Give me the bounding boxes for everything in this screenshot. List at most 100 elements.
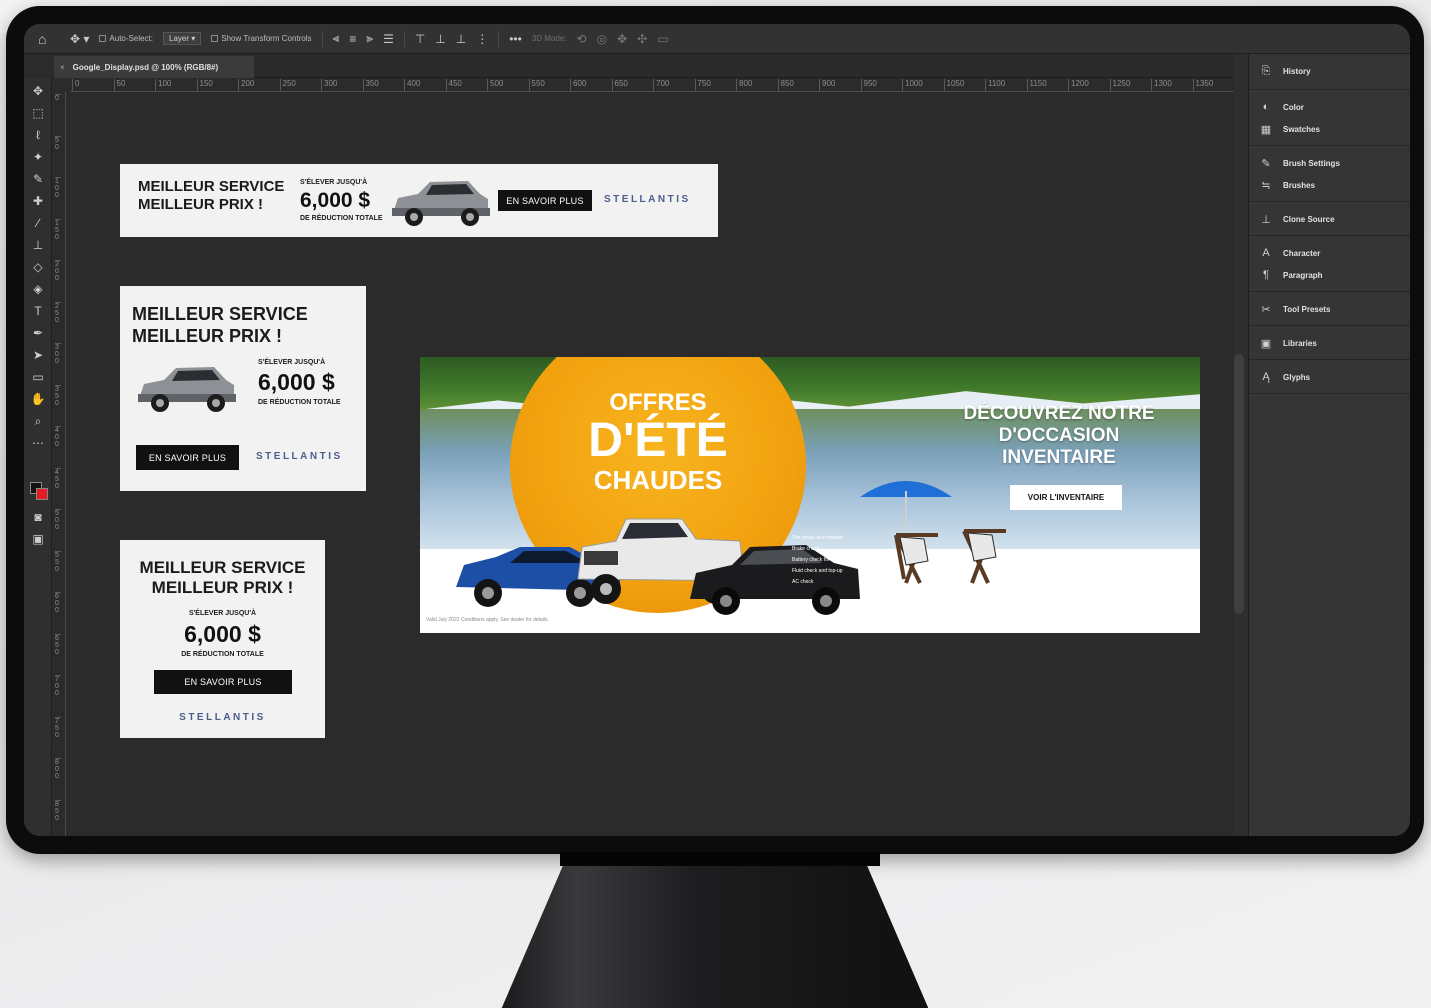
banner-square[interactable]: MEILLEUR SERVICE MEILLEUR PRIX ! S'ÉLEVE… <box>120 540 325 738</box>
legal-disclaimer: Valid July 2022 Conditions apply. See de… <box>426 617 549 623</box>
eyedropper-tool-icon[interactable]: ✎ <box>28 170 48 188</box>
align-middle-icon[interactable]: ⊥ <box>435 32 445 46</box>
type-tool-icon[interactable]: T <box>28 302 48 320</box>
ruler-tick-label: 800 <box>736 79 752 91</box>
panel-clone-source[interactable]: ⊥ Clone Source <box>1249 208 1410 230</box>
eraser-tool-icon[interactable]: ◇ <box>28 258 48 276</box>
monitor-stand-top <box>560 852 880 866</box>
marquee-tool-icon[interactable]: ⬚ <box>28 104 48 122</box>
panel-label: Color <box>1283 102 1304 112</box>
panel-history[interactable]: ⎘ History <box>1249 60 1410 82</box>
ruler-tick-label: 650 <box>55 633 61 656</box>
panel-character[interactable]: A Character <box>1249 242 1410 264</box>
auto-select-dropdown[interactable]: Layer ▾ <box>163 32 202 45</box>
healing-brush-tool-icon[interactable]: ✚ <box>28 192 48 210</box>
ruler-tick-label: 450 <box>55 467 61 490</box>
screen-mode-icon[interactable]: ▣ <box>28 530 48 548</box>
banner-headline-line2: MEILLEUR PRIX ! <box>151 578 294 598</box>
paint-bucket-tool-icon[interactable]: ◈ <box>28 280 48 298</box>
panel-color[interactable]: ◐ Color <box>1249 96 1410 118</box>
learn-more-button[interactable]: EN SAVOIR PLUS <box>498 190 592 211</box>
distribute-icon[interactable]: ☰ <box>383 32 394 46</box>
view-inventory-button[interactable]: VOIR L'INVENTAIRE <box>1010 485 1122 510</box>
ruler-tick-label: 1200 <box>1068 79 1089 91</box>
panels-dock: ⎘ History ◐ Color ▦ Swatches ✎ Brush Setting… <box>1248 54 1410 836</box>
banner-hero-summer[interactable]: OFFRES D'ÉTÉ CHAUDES Tire check and rota… <box>420 357 1200 633</box>
panel-group-history: ⎘ History <box>1249 54 1410 90</box>
banner-medium-rectangle[interactable]: MEILLEUR SERVICE MEILLEUR PRIX ! S'ÉLEVE… <box>120 286 366 491</box>
background-color-swatch[interactable] <box>36 488 48 500</box>
3d-roll-icon[interactable]: ◎ <box>597 32 607 46</box>
panel-swatches[interactable]: ▦ Swatches <box>1249 118 1410 140</box>
ruler-tick-label: 250 <box>279 79 296 91</box>
canvas-scrollbar[interactable] <box>1234 354 1244 614</box>
options-bar: ⌂ ✥ ▾ Auto-Select: Layer ▾ Show Transfor… <box>24 24 1410 54</box>
vertical-ruler: 0 50 100 150 200 250 300 350 400 450 500 550 600 650 7… <box>52 92 66 836</box>
more-options-icon[interactable]: ••• <box>509 32 522 46</box>
lasso-tool-icon[interactable]: ℓ <box>28 126 48 144</box>
panel-brushes[interactable]: ≒ Brushes <box>1249 174 1410 196</box>
up-to-label: S'ÉLEVER JUSQU'À <box>300 179 368 186</box>
document-tab[interactable]: × Google_Display.psd @ 100% (RGB/8#) <box>54 56 254 78</box>
panel-label: Tool Presets <box>1283 304 1331 314</box>
auto-select-checkbox[interactable]: Auto-Select: <box>99 34 153 43</box>
paragraph-icon: ¶ <box>1263 269 1269 281</box>
3d-mode-label: 3D Mode: <box>531 34 567 43</box>
3d-slide-icon[interactable]: ✣ <box>637 32 647 46</box>
banner-headline-line2: MEILLEUR PRIX ! <box>132 325 283 346</box>
align-left-icon[interactable]: ⫷ <box>333 31 340 46</box>
align-bottom-icon[interactable]: ⊥ <box>456 32 466 46</box>
show-transform-checkbox[interactable]: Show Transform Controls <box>211 34 312 43</box>
document-title: Google_Display.psd @ 100% (RGB/8#) <box>72 62 219 72</box>
shape-tool-icon[interactable]: ▭ <box>28 368 48 386</box>
distribute-vertical-icon[interactable]: ⋮ <box>476 32 488 46</box>
ruler-tick-label: 50 <box>113 79 125 91</box>
3d-rotate-icon[interactable]: ⟲ <box>577 32 587 46</box>
brush-tool-icon[interactable]: ∕ <box>28 214 48 232</box>
ruler-tick-label: 250 <box>55 301 61 324</box>
panel-brush-settings[interactable]: ✎ Brush Settings <box>1249 152 1410 174</box>
align-center-icon[interactable]: ≡ <box>349 32 356 46</box>
up-to-label: S'ÉLEVER JUSQU'À <box>188 610 257 617</box>
price-value: 6,000 $ <box>258 369 335 395</box>
pen-tool-icon[interactable]: ✒ <box>28 324 48 342</box>
panel-group-clone: ⊥ Clone Source <box>1249 202 1410 236</box>
edit-toolbar-icon[interactable]: ⋯ <box>28 434 48 452</box>
panel-group-brush: ✎ Brush Settings ≒ Brushes <box>1249 146 1410 202</box>
learn-more-button[interactable]: EN SAVOIR PLUS <box>154 670 292 694</box>
panel-label: Clone Source <box>1283 214 1335 224</box>
ruler-tick-label: 1100 <box>985 79 1005 91</box>
monitor-frame: ⌂ ✥ ▾ Auto-Select: Layer ▾ Show Transfor… <box>6 6 1424 854</box>
separator <box>403 30 405 47</box>
suv-image <box>392 181 490 226</box>
panel-glyphs[interactable]: Ą Glyphs <box>1249 366 1410 388</box>
ruler-tick-label: 550 <box>55 550 61 573</box>
panel-tool-presets[interactable]: ✂ Tool Presets <box>1249 298 1410 320</box>
path-selection-tool-icon[interactable]: ➤ <box>28 346 48 364</box>
3d-pan-icon[interactable]: ✥ <box>617 32 627 46</box>
panel-libraries[interactable]: ▣ Libraries <box>1249 332 1410 354</box>
panel-group-color: ◐ Color ▦ Swatches <box>1249 90 1410 146</box>
ruler-tick-label: 1250 <box>1109 79 1130 91</box>
move-tool-icon[interactable]: ✥ ▾ <box>70 32 89 46</box>
close-tab-icon[interactable]: × <box>60 63 65 72</box>
canvas-area[interactable]: MEILLEUR SERVICE MEILLEUR PRIX ! S'ÉLEVE… <box>70 92 1234 836</box>
3d-scale-icon[interactable]: ▭ <box>657 32 668 46</box>
clone-stamp-tool-icon[interactable]: ⊥ <box>28 236 48 254</box>
home-icon[interactable]: ⌂ <box>38 31 60 47</box>
ruler-tick-label: 550 <box>528 79 545 91</box>
quick-mask-icon[interactable]: ◙ <box>28 508 48 526</box>
magic-wand-tool-icon[interactable]: ✦ <box>28 148 48 166</box>
ruler-tick-label: 400 <box>55 426 61 448</box>
stellantis-logo: STELLANTIS <box>604 194 691 205</box>
panel-paragraph[interactable]: ¶ Paragraph <box>1249 264 1410 286</box>
learn-more-button[interactable]: EN SAVOIR PLUS <box>136 445 239 470</box>
offer-line1: OFFRES <box>609 389 707 416</box>
hand-tool-icon[interactable]: ✋ <box>28 390 48 408</box>
align-top-icon[interactable]: ⊤ <box>415 32 425 46</box>
swatches-icon: ▦ <box>1260 123 1272 136</box>
move-tool-icon[interactable]: ✥ <box>28 82 48 100</box>
zoom-tool-icon[interactable]: ⌕ <box>28 412 48 430</box>
banner-leaderboard[interactable]: MEILLEUR SERVICE MEILLEUR PRIX ! S'ÉLEVE… <box>120 164 718 237</box>
align-right-icon[interactable]: ⫸ <box>366 31 373 46</box>
